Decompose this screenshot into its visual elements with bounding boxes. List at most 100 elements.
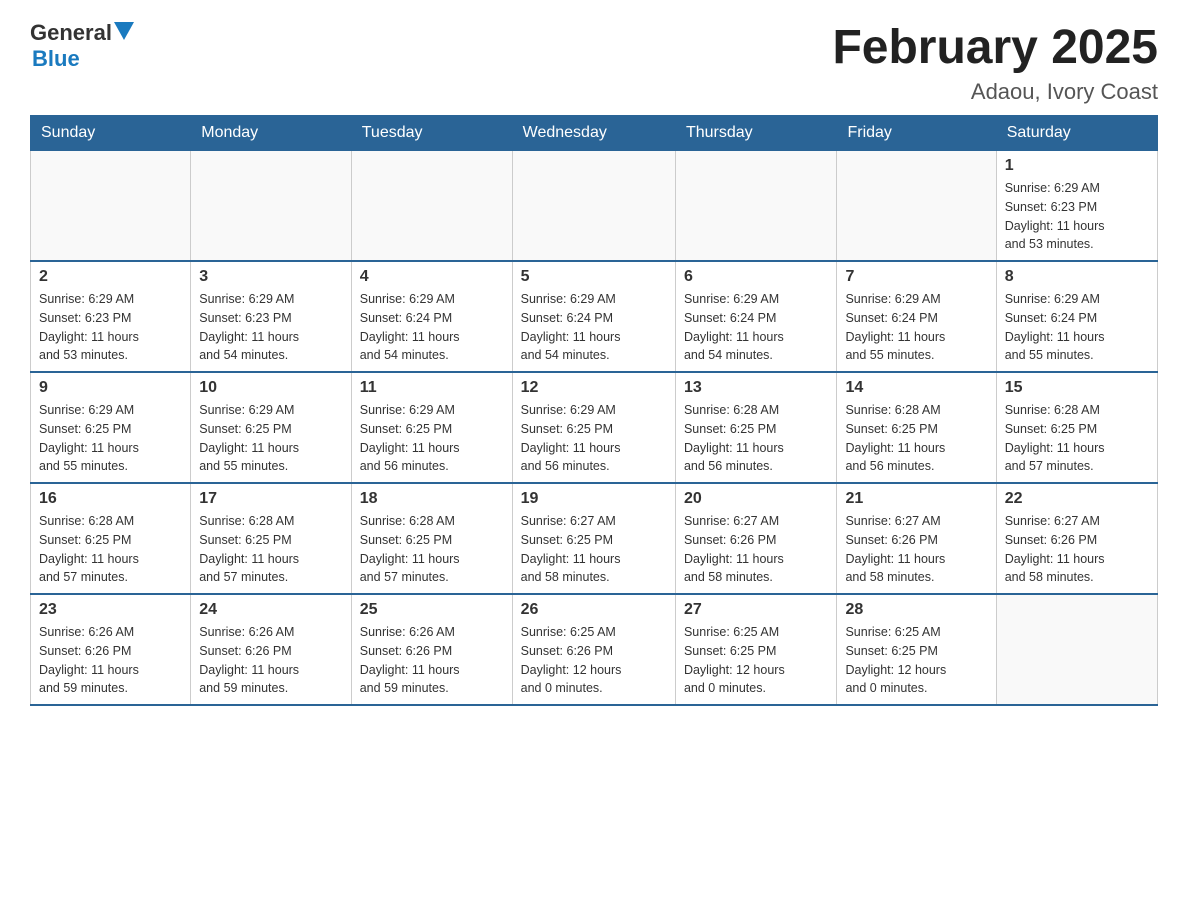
day-info: Sunrise: 6:25 AM Sunset: 6:26 PM Dayligh… bbox=[521, 623, 667, 698]
day-number: 23 bbox=[39, 601, 182, 619]
calendar-cell bbox=[996, 594, 1157, 705]
day-info: Sunrise: 6:28 AM Sunset: 6:25 PM Dayligh… bbox=[360, 512, 504, 587]
calendar-cell bbox=[512, 151, 675, 262]
day-number: 27 bbox=[684, 601, 829, 619]
calendar-cell: 9 Sunrise: 6:29 AM Sunset: 6:25 PM Daylig… bbox=[31, 372, 191, 483]
weekday-header-thursday: Thursday bbox=[675, 116, 837, 151]
day-number: 12 bbox=[521, 379, 667, 397]
day-number: 5 bbox=[521, 268, 667, 286]
calendar-cell: 21 Sunrise: 6:27 AM Sunset: 6:26 PM Dayli… bbox=[837, 483, 996, 594]
day-info: Sunrise: 6:28 AM Sunset: 6:25 PM Dayligh… bbox=[199, 512, 343, 587]
day-number: 11 bbox=[360, 379, 504, 397]
weekday-header-monday: Monday bbox=[191, 116, 352, 151]
calendar-table: SundayMondayTuesdayWednesdayThursdayFrid… bbox=[30, 115, 1158, 706]
day-info: Sunrise: 6:29 AM Sunset: 6:24 PM Dayligh… bbox=[845, 290, 987, 365]
calendar-cell: 15 Sunrise: 6:28 AM Sunset: 6:25 PM Dayli… bbox=[996, 372, 1157, 483]
day-number: 26 bbox=[521, 601, 667, 619]
weekday-header-friday: Friday bbox=[837, 116, 996, 151]
day-number: 7 bbox=[845, 268, 987, 286]
day-info: Sunrise: 6:29 AM Sunset: 6:25 PM Dayligh… bbox=[39, 401, 182, 476]
calendar-cell: 14Sunrise: 6:28 AM Sunset: 6:25 PM Dayli… bbox=[837, 372, 996, 483]
weekday-header-saturday: Saturday bbox=[996, 116, 1157, 151]
day-number: 10 bbox=[199, 379, 343, 397]
day-number: 6 bbox=[684, 268, 829, 286]
calendar-cell: 17 Sunrise: 6:28 AM Sunset: 6:25 PM Dayli… bbox=[191, 483, 352, 594]
day-info: Sunrise: 6:26 AM Sunset: 6:26 PM Dayligh… bbox=[360, 623, 504, 698]
calendar-cell: 1Sunrise: 6:29 AM Sunset: 6:23 PM Daylig… bbox=[996, 151, 1157, 262]
day-info: Sunrise: 6:29 AM Sunset: 6:23 PM Dayligh… bbox=[1005, 179, 1149, 254]
calendar-cell: 7 Sunrise: 6:29 AM Sunset: 6:24 PM Daylig… bbox=[837, 261, 996, 372]
day-number: 3 bbox=[199, 268, 343, 286]
calendar-cell: 23 Sunrise: 6:26 AM Sunset: 6:26 PM Dayli… bbox=[31, 594, 191, 705]
page-header: General Blue February 2025 Adaou, Ivory … bbox=[30, 20, 1158, 105]
logo: General Blue bbox=[30, 20, 134, 72]
logo-general-text: General bbox=[30, 20, 112, 46]
day-number: 18 bbox=[360, 490, 504, 508]
day-info: Sunrise: 6:25 AM Sunset: 6:25 PM Dayligh… bbox=[684, 623, 829, 698]
day-number: 14 bbox=[845, 379, 987, 397]
calendar-week-row: 1Sunrise: 6:29 AM Sunset: 6:23 PM Daylig… bbox=[31, 151, 1158, 262]
weekday-header-sunday: Sunday bbox=[31, 116, 191, 151]
day-number: 8 bbox=[1005, 268, 1149, 286]
calendar-cell: 8 Sunrise: 6:29 AM Sunset: 6:24 PM Daylig… bbox=[996, 261, 1157, 372]
day-info: Sunrise: 6:28 AM Sunset: 6:25 PM Dayligh… bbox=[1005, 401, 1149, 476]
day-number: 4 bbox=[360, 268, 504, 286]
calendar-cell bbox=[191, 151, 352, 262]
calendar-cell: 11 Sunrise: 6:29 AM Sunset: 6:25 PM Dayli… bbox=[351, 372, 512, 483]
day-info: Sunrise: 6:29 AM Sunset: 6:25 PM Dayligh… bbox=[521, 401, 667, 476]
day-number: 20 bbox=[684, 490, 829, 508]
month-title: February 2025 bbox=[832, 20, 1158, 75]
calendar-cell: 5 Sunrise: 6:29 AM Sunset: 6:24 PM Daylig… bbox=[512, 261, 675, 372]
day-number: 15 bbox=[1005, 379, 1149, 397]
calendar-cell: 25 Sunrise: 6:26 AM Sunset: 6:26 PM Dayli… bbox=[351, 594, 512, 705]
day-number: 21 bbox=[845, 490, 987, 508]
day-info: Sunrise: 6:29 AM Sunset: 6:25 PM Dayligh… bbox=[360, 401, 504, 476]
day-info: Sunrise: 6:27 AM Sunset: 6:26 PM Dayligh… bbox=[1005, 512, 1149, 587]
day-number: 28 bbox=[845, 601, 987, 619]
calendar-cell: 19 Sunrise: 6:27 AM Sunset: 6:25 PM Dayli… bbox=[512, 483, 675, 594]
day-info: Sunrise: 6:28 AM Sunset: 6:25 PM Dayligh… bbox=[684, 401, 829, 476]
calendar-cell bbox=[31, 151, 191, 262]
calendar-cell: 12 Sunrise: 6:29 AM Sunset: 6:25 PM Dayli… bbox=[512, 372, 675, 483]
calendar-cell bbox=[351, 151, 512, 262]
weekday-header-tuesday: Tuesday bbox=[351, 116, 512, 151]
day-info: Sunrise: 6:29 AM Sunset: 6:24 PM Dayligh… bbox=[684, 290, 829, 365]
day-info: Sunrise: 6:27 AM Sunset: 6:26 PM Dayligh… bbox=[845, 512, 987, 587]
day-info: Sunrise: 6:29 AM Sunset: 6:24 PM Dayligh… bbox=[521, 290, 667, 365]
day-info: Sunrise: 6:29 AM Sunset: 6:24 PM Dayligh… bbox=[360, 290, 504, 365]
day-info: Sunrise: 6:29 AM Sunset: 6:23 PM Dayligh… bbox=[199, 290, 343, 365]
day-info: Sunrise: 6:29 AM Sunset: 6:25 PM Dayligh… bbox=[199, 401, 343, 476]
calendar-cell: 22Sunrise: 6:27 AM Sunset: 6:26 PM Dayli… bbox=[996, 483, 1157, 594]
calendar-cell: 4 Sunrise: 6:29 AM Sunset: 6:24 PM Daylig… bbox=[351, 261, 512, 372]
calendar-cell: 20Sunrise: 6:27 AM Sunset: 6:26 PM Dayli… bbox=[675, 483, 837, 594]
logo-blue-text: Blue bbox=[32, 46, 80, 71]
calendar-cell: 2Sunrise: 6:29 AM Sunset: 6:23 PM Daylig… bbox=[31, 261, 191, 372]
weekday-header-wednesday: Wednesday bbox=[512, 116, 675, 151]
calendar-cell: 24Sunrise: 6:26 AM Sunset: 6:26 PM Dayli… bbox=[191, 594, 352, 705]
day-info: Sunrise: 6:29 AM Sunset: 6:23 PM Dayligh… bbox=[39, 290, 182, 365]
day-info: Sunrise: 6:26 AM Sunset: 6:26 PM Dayligh… bbox=[199, 623, 343, 698]
calendar-cell bbox=[675, 151, 837, 262]
calendar-cell: 28 Sunrise: 6:25 AM Sunset: 6:25 PM Dayli… bbox=[837, 594, 996, 705]
title-section: February 2025 Adaou, Ivory Coast bbox=[832, 20, 1158, 105]
calendar-week-row: 9 Sunrise: 6:29 AM Sunset: 6:25 PM Daylig… bbox=[31, 372, 1158, 483]
calendar-cell: 3 Sunrise: 6:29 AM Sunset: 6:23 PM Daylig… bbox=[191, 261, 352, 372]
day-number: 13 bbox=[684, 379, 829, 397]
day-info: Sunrise: 6:29 AM Sunset: 6:24 PM Dayligh… bbox=[1005, 290, 1149, 365]
day-info: Sunrise: 6:27 AM Sunset: 6:25 PM Dayligh… bbox=[521, 512, 667, 587]
calendar-cell: 27 Sunrise: 6:25 AM Sunset: 6:25 PM Dayli… bbox=[675, 594, 837, 705]
calendar-cell bbox=[837, 151, 996, 262]
calendar-week-row: 2Sunrise: 6:29 AM Sunset: 6:23 PM Daylig… bbox=[31, 261, 1158, 372]
day-info: Sunrise: 6:26 AM Sunset: 6:26 PM Dayligh… bbox=[39, 623, 182, 698]
day-number: 19 bbox=[521, 490, 667, 508]
calendar-cell: 26 Sunrise: 6:25 AM Sunset: 6:26 PM Dayli… bbox=[512, 594, 675, 705]
day-number: 17 bbox=[199, 490, 343, 508]
day-info: Sunrise: 6:25 AM Sunset: 6:25 PM Dayligh… bbox=[845, 623, 987, 698]
day-number: 9 bbox=[39, 379, 182, 397]
location-subtitle: Adaou, Ivory Coast bbox=[832, 79, 1158, 105]
calendar-cell: 16Sunrise: 6:28 AM Sunset: 6:25 PM Dayli… bbox=[31, 483, 191, 594]
calendar-cell: 18 Sunrise: 6:28 AM Sunset: 6:25 PM Dayli… bbox=[351, 483, 512, 594]
day-number: 25 bbox=[360, 601, 504, 619]
calendar-week-row: 16Sunrise: 6:28 AM Sunset: 6:25 PM Dayli… bbox=[31, 483, 1158, 594]
logo-arrow-icon bbox=[114, 22, 134, 42]
